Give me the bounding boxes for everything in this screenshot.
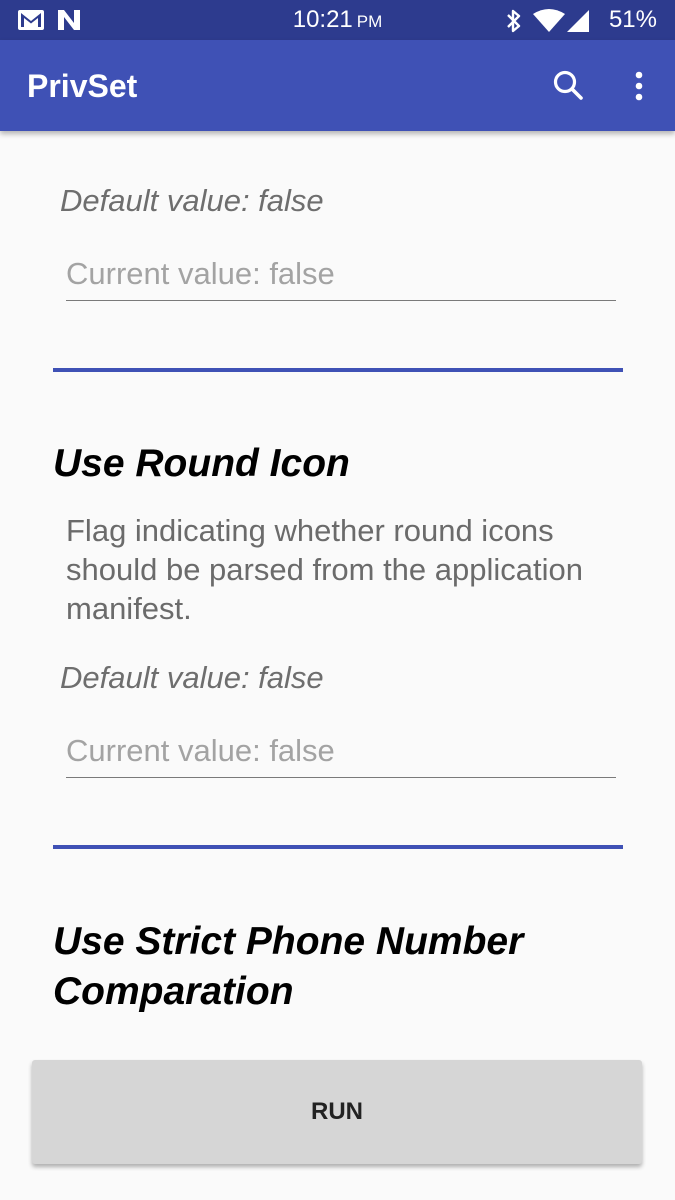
default-value-label: Default value: false — [60, 660, 324, 695]
search-button[interactable] — [548, 65, 590, 107]
default-value-label: Default value: false — [60, 183, 324, 218]
section-divider — [53, 845, 623, 849]
current-value-field[interactable]: Current value: false — [66, 731, 616, 778]
setting-title: Use Round Icon — [53, 442, 350, 485]
current-value-placeholder: Current value: false — [66, 256, 335, 291]
run-button[interactable]: RUN — [32, 1060, 642, 1164]
section-divider — [53, 368, 623, 372]
clock-ampm: PM — [356, 12, 383, 31]
current-value-field[interactable]: Current value: false — [66, 254, 616, 301]
status-bar: 10:21 PM 51% — [0, 0, 675, 40]
wifi-icon — [533, 9, 565, 32]
app-title: PrivSet — [27, 68, 138, 104]
cell-signal-icon — [567, 10, 589, 32]
battery-percent: 51% — [608, 6, 657, 33]
setting-description: Flag indicating whether round icons shou… — [66, 513, 583, 626]
search-icon — [553, 70, 583, 100]
current-value-placeholder: Current value: false — [66, 733, 335, 768]
app-bar: PrivSet — [0, 40, 675, 131]
more-options-button[interactable] — [622, 65, 656, 107]
bluetooth-icon — [507, 9, 521, 33]
more-vert-icon — [635, 71, 643, 101]
setting-title: Use Strict Phone Number Comparation — [53, 920, 524, 1013]
settings-list[interactable]: Default value: false Current value: fals… — [0, 131, 675, 1200]
clock-time: 10:21 — [292, 6, 353, 33]
